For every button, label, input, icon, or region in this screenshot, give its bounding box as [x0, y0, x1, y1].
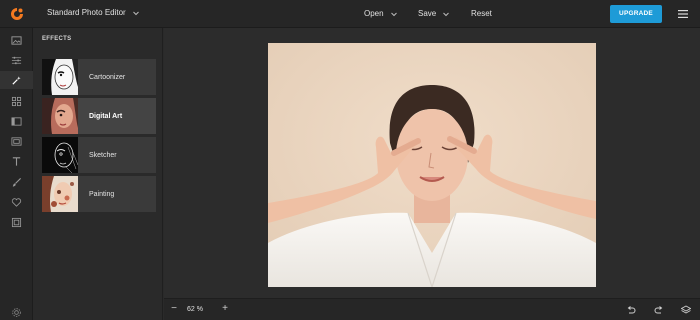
save-menu[interactable]: Save	[418, 9, 450, 18]
edited-photo[interactable]	[268, 43, 596, 287]
effect-painting[interactable]: Painting	[42, 176, 156, 212]
settings-icon[interactable]	[7, 303, 25, 320]
chevron-down-icon	[132, 11, 139, 15]
layers-icon[interactable]	[681, 305, 691, 315]
cartoonizer-thumbnail	[42, 59, 78, 95]
open-label: Open	[364, 9, 384, 18]
editor-mode-dropdown[interactable]: Standard Photo Editor	[47, 8, 140, 17]
save-label: Save	[418, 9, 437, 18]
chevron-down-icon	[443, 12, 450, 16]
upgrade-button[interactable]: UPGRADE	[610, 5, 662, 23]
zoom-in-button[interactable]: +	[220, 304, 230, 314]
effects-panel-title: EFFECTS	[42, 36, 72, 42]
layout-icon[interactable]	[7, 112, 25, 130]
zoom-level: 62 %	[187, 306, 203, 313]
grid-icon[interactable]	[7, 92, 25, 110]
effect-label: Digital Art	[89, 112, 123, 120]
filmstrip-icon[interactable]	[7, 213, 25, 231]
effects-panel: EFFECTS Cartoonizer Digital Art Sketcher…	[33, 28, 163, 320]
chevron-down-icon	[390, 12, 397, 16]
effect-sketcher[interactable]: Sketcher	[42, 137, 156, 173]
effect-label: Sketcher	[89, 151, 117, 159]
canvas-area	[164, 28, 700, 298]
undo-icon[interactable]	[626, 305, 636, 315]
redo-icon[interactable]	[654, 305, 664, 315]
zoom-out-button[interactable]: −	[169, 304, 179, 314]
reset-label: Reset	[471, 9, 492, 18]
tool-sidebar	[0, 28, 33, 320]
bottom-bar: − 62 % +	[164, 298, 700, 320]
effect-label: Cartoonizer	[89, 73, 126, 81]
image-icon[interactable]	[7, 31, 25, 49]
effect-label: Painting	[89, 190, 115, 198]
magic-wand-icon[interactable]	[0, 71, 33, 89]
painting-thumbnail	[42, 176, 78, 212]
sliders-icon[interactable]	[7, 51, 25, 69]
effect-digital-art[interactable]: Digital Art	[42, 98, 156, 134]
brush-icon[interactable]	[7, 173, 25, 191]
heart-icon[interactable]	[7, 193, 25, 211]
open-menu[interactable]: Open	[364, 9, 398, 18]
sketcher-thumbnail	[42, 137, 78, 173]
frame-icon[interactable]	[7, 132, 25, 150]
effect-cartoonizer[interactable]: Cartoonizer	[42, 59, 156, 95]
app-logo-icon[interactable]	[10, 7, 24, 21]
digital-art-thumbnail	[42, 98, 78, 134]
reset-button[interactable]: Reset	[471, 9, 492, 18]
top-bar: Standard Photo Editor Open Save Reset UP…	[0, 0, 700, 28]
hamburger-menu-icon[interactable]	[678, 9, 688, 19]
editor-mode-label: Standard Photo Editor	[47, 8, 126, 17]
text-icon[interactable]	[7, 152, 25, 170]
